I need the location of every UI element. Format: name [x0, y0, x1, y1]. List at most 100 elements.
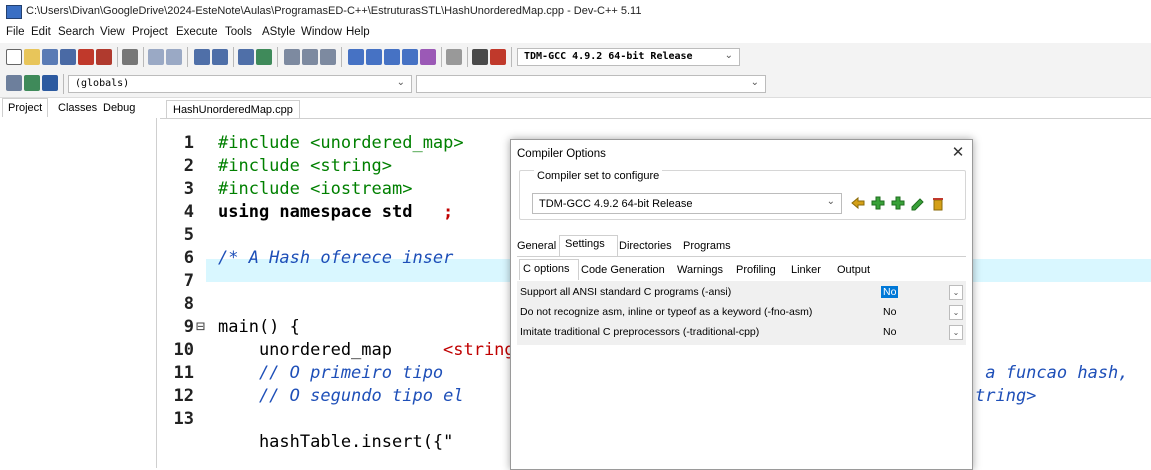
toolbar-separator: [117, 47, 118, 67]
option-row[interactable]: Support all ANSI standard C programs (-a…: [517, 283, 966, 303]
add-compiler-icon[interactable]: [870, 195, 886, 211]
chevron-down-icon: ⌄: [826, 196, 835, 207]
chevron-down-icon[interactable]: ⌄: [949, 285, 963, 300]
close-file-icon[interactable]: [78, 49, 94, 65]
line-number: 8: [183, 294, 194, 314]
compiler-set-select[interactable]: TDM-GCC 4.9.2 64-bit Release ⌄: [532, 193, 842, 214]
save-all-icon[interactable]: [60, 49, 76, 65]
subtab-code-generation[interactable]: Code Generation: [581, 264, 665, 276]
compiler-select[interactable]: TDM-GCC 4.9.2 64-bit Release ⌄: [517, 48, 740, 66]
line-number: 2: [183, 156, 194, 176]
option-value[interactable]: No: [881, 326, 898, 338]
unindent-icon[interactable]: [302, 49, 318, 65]
line-number: 5: [183, 225, 194, 245]
option-label: Imitate traditional C preprocessors (-tr…: [520, 326, 760, 338]
code-line-tail: a funcao hash,: [975, 363, 1129, 383]
rename-compiler-icon[interactable]: [850, 195, 866, 211]
line-number: 6: [183, 248, 194, 268]
find-icon[interactable]: [194, 49, 210, 65]
toggle-comment-icon[interactable]: [320, 49, 336, 65]
toolbar-separator: [441, 47, 442, 67]
toolbar-separator: [341, 47, 342, 67]
insert-icon[interactable]: [6, 75, 22, 91]
option-row[interactable]: Do not recognize asm, inline or typeof a…: [517, 303, 966, 323]
undo-icon[interactable]: [148, 49, 164, 65]
toolbar-separator: [187, 47, 188, 67]
compile-run-icon[interactable]: [384, 49, 400, 65]
chevron-down-icon[interactable]: ⌄: [949, 325, 963, 340]
line-number: 3: [183, 179, 194, 199]
new-file-icon[interactable]: [6, 49, 22, 65]
compile-icon[interactable]: [348, 49, 364, 65]
main-toolbar: TDM-GCC 4.9.2 64-bit Release ⌄: [0, 43, 1151, 71]
menu-edit[interactable]: Edit: [31, 26, 51, 38]
scope-select-value: (globals): [75, 78, 130, 89]
tab-debug[interactable]: Debug: [103, 102, 135, 114]
code-line: #include <unordered_map>: [218, 133, 464, 153]
line-number: 12: [173, 386, 194, 406]
toolbar-separator: [63, 74, 64, 94]
fold-toggle-icon[interactable]: ⊟: [196, 317, 205, 335]
scope-select[interactable]: (globals) ⌄: [68, 75, 412, 93]
stop-execution-icon[interactable]: [446, 49, 462, 65]
editor-tab-hashunorderedmap[interactable]: HashUnorderedMap.cpp: [166, 100, 300, 118]
goto-line-icon[interactable]: [238, 49, 254, 65]
subtab-c-options[interactable]: C options: [523, 263, 569, 275]
tab-programs[interactable]: Programs: [683, 240, 731, 252]
compiler-set-group: Compiler set to configure TDM-GCC 4.9.2 …: [519, 170, 966, 220]
open-folder-icon[interactable]: [24, 49, 40, 65]
profile-icon[interactable]: [472, 49, 488, 65]
subtab-warnings[interactable]: Warnings: [677, 264, 723, 276]
tab-settings[interactable]: Settings: [565, 238, 605, 250]
line-number: 13: [173, 409, 194, 429]
chevron-down-icon[interactable]: ⌄: [949, 305, 963, 320]
close-icon[interactable]: ✕: [949, 144, 967, 162]
rebuild-icon[interactable]: [402, 49, 418, 65]
tab-directories[interactable]: Directories: [619, 240, 672, 252]
option-row[interactable]: Imitate traditional C preprocessors (-tr…: [517, 323, 966, 343]
edit-compiler-icon[interactable]: [910, 195, 926, 211]
delete-compiler-icon[interactable]: [930, 195, 946, 211]
menu-project[interactable]: Project: [132, 26, 168, 38]
indent-icon[interactable]: [284, 49, 300, 65]
menu-execute[interactable]: Execute: [176, 26, 218, 38]
tab-project[interactable]: Project: [2, 98, 49, 117]
replace-icon[interactable]: [212, 49, 228, 65]
run-icon[interactable]: [366, 49, 382, 65]
toggle-bookmark-icon[interactable]: [24, 75, 40, 91]
menu-astyle[interactable]: AStyle: [262, 26, 295, 38]
menu-tools[interactable]: Tools: [225, 26, 252, 38]
subtab-linker[interactable]: Linker: [791, 264, 821, 276]
find-compiler-icon[interactable]: [890, 195, 906, 211]
bookmark-icon[interactable]: [256, 49, 272, 65]
delete-profile-icon[interactable]: [490, 49, 506, 65]
redo-icon[interactable]: [166, 49, 182, 65]
save-icon[interactable]: [42, 49, 58, 65]
code-line: /* A Hash oferece inser: [218, 248, 454, 268]
goto-bookmark-icon[interactable]: [42, 75, 58, 91]
code-line: #include <string>: [218, 156, 392, 176]
menu-search[interactable]: Search: [58, 26, 94, 38]
option-value[interactable]: No: [881, 306, 898, 318]
option-value-selected[interactable]: No: [881, 286, 899, 298]
syntax-check-icon[interactable]: [420, 49, 436, 65]
menu-file[interactable]: File: [6, 26, 25, 38]
close-all-icon[interactable]: [96, 49, 112, 65]
group-label: Compiler set to configure: [534, 170, 663, 182]
compiler-select-value: TDM-GCC 4.9.2 64-bit Release: [524, 51, 693, 62]
tab-general[interactable]: General: [517, 240, 556, 252]
menu-window[interactable]: Window: [301, 26, 342, 38]
tab-classes[interactable]: Classes: [58, 102, 97, 114]
line-number: 11: [173, 363, 194, 383]
subtab-profiling[interactable]: Profiling: [736, 264, 776, 276]
left-panel-tabs: Project Classes Debug: [0, 98, 156, 118]
function-select[interactable]: ⌄: [416, 75, 766, 93]
code-line: // O segundo tipo el: [218, 386, 464, 406]
code-line-tail: tring>: [975, 386, 1037, 406]
menu-help[interactable]: Help: [346, 26, 370, 38]
print-icon[interactable]: [122, 49, 138, 65]
code-line: // O primeiro tipo: [218, 363, 454, 383]
menu-view[interactable]: View: [100, 26, 125, 38]
subtab-output[interactable]: Output: [837, 264, 870, 276]
code-line: hashTable.insert({": [218, 432, 454, 452]
